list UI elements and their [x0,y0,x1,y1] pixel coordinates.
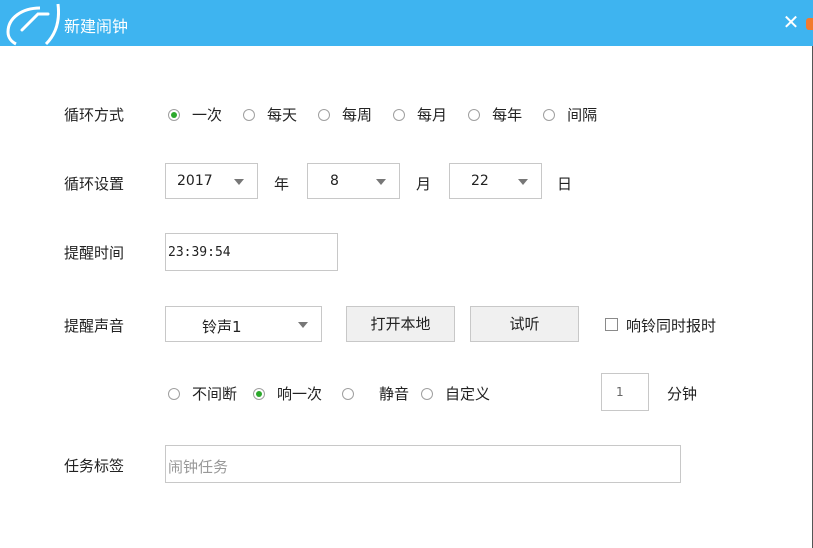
radio-label: 每年 [492,106,523,124]
ring-mode-radio-group: 不间断 响一次 静音 自定义 [168,383,490,404]
day-select[interactable]: 22 [449,163,542,199]
radio-unchecked-icon [468,108,481,121]
ring-once-radio[interactable]: 响一次 [253,383,322,404]
title-bar: 新建闹钟 ✕ [0,0,813,46]
radio-label: 静音 [379,385,410,403]
cycle-daily-radio[interactable]: 每天 [243,104,297,125]
open-local-button[interactable]: 打开本地 [346,306,455,342]
window-title: 新建闹钟 [64,17,129,36]
custom-minutes-input[interactable]: 1 [601,373,649,411]
reminder-time-label: 提醒时间 [64,244,125,262]
ring-custom-radio[interactable]: 自定义 [421,383,490,404]
ringtone-select[interactable]: 铃声1 [165,306,322,342]
announce-time-checkbox[interactable] [605,318,618,331]
radio-unchecked-icon [318,108,331,121]
reminder-time-value: 23:39:54 [168,245,231,260]
reminder-sound-label: 提醒声音 [64,317,125,335]
radio-unchecked-icon [543,108,556,121]
ring-silent-radio[interactable]: 静音 [342,383,409,404]
chevron-down-icon [376,179,386,185]
cycle-mode-radio-group: 一次 每天 每周 每月 每年 间隔 [168,104,618,125]
announce-time-label: 响铃同时报时 [626,317,717,335]
cycle-monthly-radio[interactable]: 每月 [393,104,447,125]
radio-label: 响一次 [277,385,323,403]
close-button[interactable]: ✕ [780,10,802,34]
reminder-time-input[interactable]: 23:39:54 [165,233,338,271]
cycle-weekly-radio[interactable]: 每周 [318,104,372,125]
radio-label: 自定义 [445,385,491,403]
radio-label: 每周 [342,106,373,124]
day-unit: 日 [557,175,573,193]
year-select[interactable]: 2017 [165,163,258,199]
radio-unchecked-icon [243,108,256,121]
task-tag-placeholder: 闹钟任务 [168,458,229,476]
custom-minutes-value: 1 [616,385,624,399]
app-logo-icon [6,3,60,46]
cycle-mode-label: 循环方式 [64,106,125,124]
radio-unchecked-icon [421,387,434,400]
radio-label: 每天 [267,106,298,124]
radio-label: 不间断 [192,385,238,403]
minutes-unit: 分钟 [667,385,698,403]
month-value: 8 [330,173,339,189]
chevron-down-icon [518,179,528,185]
radio-unchecked-icon [342,387,355,400]
day-value: 22 [471,173,489,189]
radio-unchecked-icon [393,108,406,121]
chevron-down-icon [234,179,244,185]
radio-label: 每月 [417,106,448,124]
radio-label: 一次 [192,106,223,124]
radio-checked-icon [168,108,180,121]
radio-label: 间隔 [567,106,598,124]
year-value: 2017 [177,173,213,189]
task-tag-input[interactable]: 闹钟任务 [165,445,681,483]
radio-checked-icon [253,387,266,400]
radio-unchecked-icon [168,387,180,400]
ringtone-value: 铃声1 [202,318,242,336]
preview-button[interactable]: 试听 [470,306,579,342]
cycle-once-radio[interactable]: 一次 [168,104,222,125]
chevron-down-icon [298,322,308,328]
year-unit: 年 [274,175,290,193]
ring-continuous-radio[interactable]: 不间断 [168,383,237,404]
month-select[interactable]: 8 [307,163,400,199]
cycle-yearly-radio[interactable]: 每年 [468,104,522,125]
cycle-settings-label: 循环设置 [64,175,125,193]
month-unit: 月 [416,175,432,193]
edge-accent [806,18,813,30]
cycle-interval-radio[interactable]: 间隔 [543,104,597,125]
task-tag-label: 任务标签 [64,457,125,475]
